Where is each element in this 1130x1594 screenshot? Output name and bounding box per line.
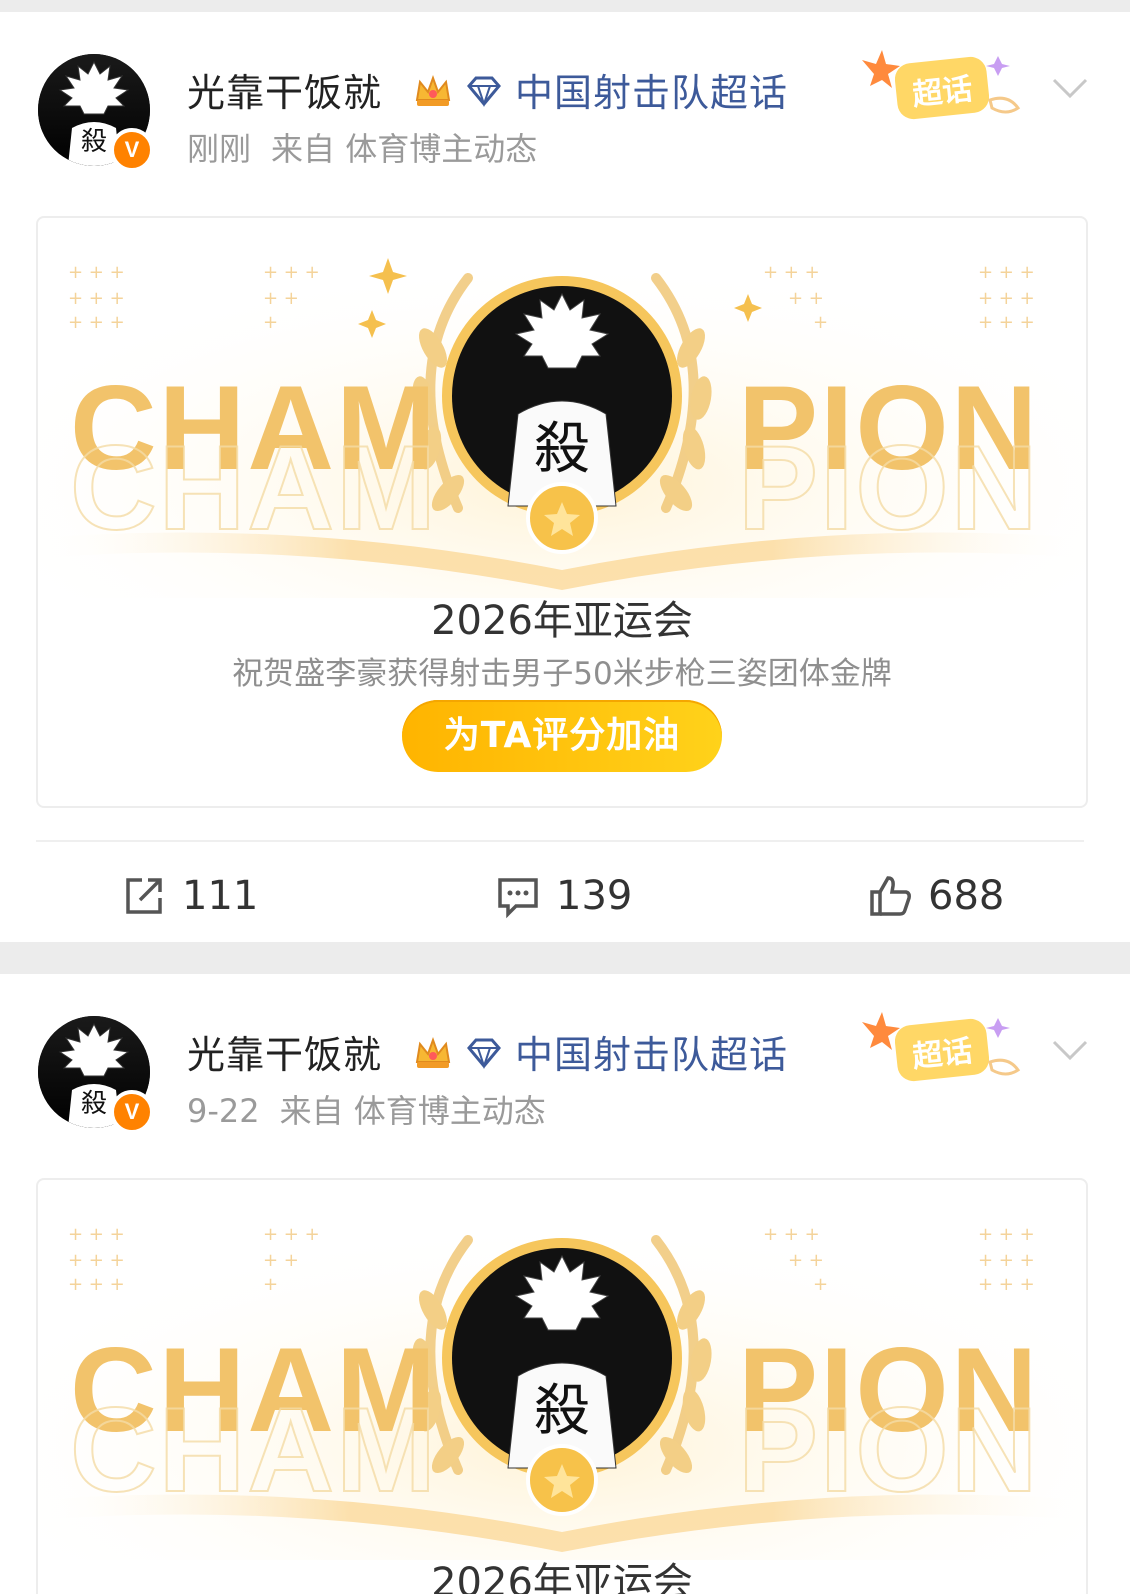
champion-ghost-right: PION [737,421,1040,555]
svg-text:+ +: + + [788,288,824,309]
repost-count: 111 [182,873,259,919]
topic-link[interactable]: 中国射击队超话 [515,1024,788,1079]
svg-text:+ +: + + [788,1250,824,1271]
author-name[interactable]: 光靠干饭就 [187,1024,382,1079]
svg-text:+ + +: + + + [68,288,125,309]
avatar[interactable]: 殺 V [38,1016,154,1134]
svg-text:+ +: + + [263,288,299,309]
repost-icon [126,878,162,914]
event-title: 2026年亚运会 [431,1560,693,1594]
champion-card[interactable]: + + + + + + + + + + + + + + + + + + + + + + + … [36,1178,1088,1594]
post-time: 刚刚 [187,130,252,168]
topic-link[interactable]: 中国射击队超话 [515,62,788,117]
chevron-down-icon[interactable] [1050,1034,1090,1064]
event-title: 2026年亚运会 [431,598,693,644]
comment-count: 139 [556,873,633,919]
svg-text:+ + +: + + + [763,1224,820,1245]
supertopic-label: 超话 [911,1034,974,1075]
supertopic-label: 超话 [911,72,974,113]
author-name[interactable]: 光靠干饭就 [187,62,382,117]
svg-text:+: + [813,1274,828,1295]
champion-ghost-right: PION [737,1383,1040,1517]
svg-text:+ + +: + + + [68,262,125,283]
svg-text:+: + [263,1274,278,1295]
post-meta: 9-22 来自 体育博主动态 [187,1086,566,1132]
supertopic-badge[interactable]: 超话 [858,1004,1026,1094]
action-bar: 111 139 688 [0,852,1130,942]
chevron-down-icon[interactable] [1050,72,1090,102]
supertopic-badge[interactable]: 超话 [858,42,1026,132]
verified-icon: V [110,128,154,172]
svg-text:+ + +: + + + [68,1274,125,1295]
svg-text:+: + [813,312,828,333]
svg-text:+ + +: + + + [68,1250,125,1271]
verified-icon: V [110,1090,154,1134]
like-count: 688 [928,873,1005,919]
svg-text:+ + +: + + + [68,1224,125,1245]
comment-button[interactable]: 139 [494,866,632,926]
svg-text:+ +: + + [263,1250,299,1271]
champion-ghost-left: CHAM [69,421,438,555]
crown-icon [415,1037,451,1068]
champion-card[interactable]: + + + + + + + + + + + + + + + + + + + + + + + … [36,216,1088,808]
like-icon [870,876,911,916]
post-source: 来自 体育博主动态 [271,130,538,168]
champion-banner: + + + + + + + + + + + + + + + + + + + + + + + … [38,218,1086,598]
svg-text:+ + +: + + + [763,262,820,283]
champion-banner: + + + + + + + + + + + + + + + + + + + + + + + … [38,1180,1086,1560]
svg-text:+ + +: + + + [263,1224,320,1245]
avatar[interactable]: 殺 V [38,54,154,172]
comment-icon [498,878,538,919]
svg-text:+ + +: + + + [978,312,1035,333]
divider [36,840,1084,842]
champion-ghost-left: CHAM [69,1383,438,1517]
repost-button[interactable]: 111 [120,866,258,926]
svg-text:+ + +: + + + [978,1224,1035,1245]
svg-text:+ + +: + + + [978,1274,1035,1295]
svg-text:+ + +: + + + [68,312,125,333]
svg-text:+ + +: + + + [978,288,1035,309]
cheer-button[interactable]: 为TA评分加油 [402,700,722,772]
like-button[interactable]: 688 [866,866,1004,926]
svg-text:殺: 殺 [534,417,590,482]
weibo-post: 殺 V 光靠干饭就 中国射击队超话 超话 9-22 来自 体育博主动态 + + … [0,974,1130,1594]
post-source: 来自 体育博主动态 [279,1092,546,1130]
diamond-icon [467,1038,501,1070]
event-description: 祝贺盛李豪获得射击男子50米步枪三姿团体金牌 [232,656,892,692]
svg-text:+: + [263,312,278,333]
post-meta: 刚刚 来自 体育博主动态 [187,124,557,170]
svg-text:+ + +: + + + [978,1250,1035,1271]
diamond-icon [467,76,501,108]
svg-text:+ + +: + + + [263,262,320,283]
crown-icon [415,75,451,106]
svg-text:殺: 殺 [81,1089,107,1119]
svg-text:殺: 殺 [81,127,107,157]
weibo-post: 殺 V 光靠干饭就 中国射击队超话 超话 刚刚 来自 体育博主动态 + + + … [0,12,1130,942]
svg-text:殺: 殺 [534,1379,590,1444]
post-time: 9-22 [187,1092,260,1130]
svg-text:+ + +: + + + [978,262,1035,283]
